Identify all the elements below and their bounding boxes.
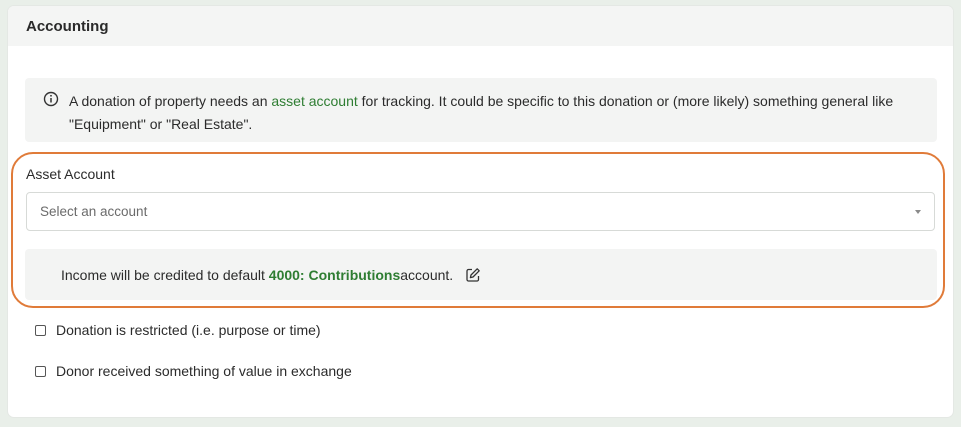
restricted-label: Donation is restricted (i.e. purpose or … — [56, 322, 321, 338]
info-text-before: A donation of property needs an — [69, 93, 272, 109]
exchange-label: Donor received something of value in exc… — [56, 363, 352, 379]
card-title: Accounting — [8, 6, 953, 46]
accounting-card: Accounting A donation of property needs … — [8, 6, 953, 417]
exchange-checkbox[interactable] — [35, 365, 46, 377]
income-text-before: Income will be credited to default — [61, 266, 265, 283]
income-text-after: account. — [400, 266, 454, 283]
info-alert: A donation of property needs an asset ac… — [25, 78, 937, 142]
asset-account-select[interactable]: Select an account — [26, 192, 935, 231]
asset-account-label: Asset Account — [26, 166, 115, 182]
income-account: 4000: Contributions — [268, 266, 401, 283]
restricted-checkbox[interactable] — [35, 324, 46, 336]
exchange-option[interactable]: Donor received something of value in exc… — [35, 363, 352, 379]
restricted-option[interactable]: Donation is restricted (i.e. purpose or … — [35, 322, 321, 338]
info-circle-icon — [43, 91, 59, 107]
income-note: Income will be credited to default 4000:… — [25, 249, 937, 300]
select-placeholder: Select an account — [40, 204, 148, 219]
edit-icon[interactable] — [465, 267, 481, 283]
asset-account-link[interactable]: asset account — [271, 93, 357, 109]
chevron-down-icon — [915, 210, 921, 214]
